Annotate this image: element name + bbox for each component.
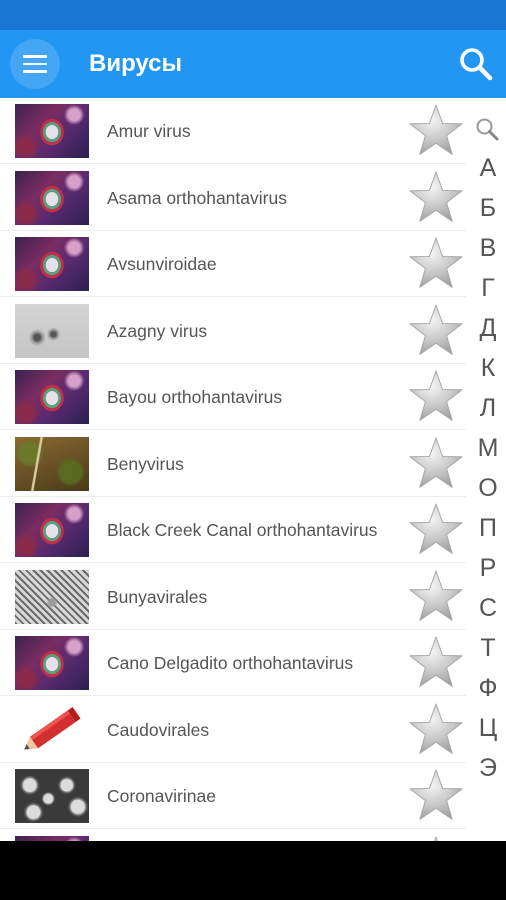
index-letter[interactable]: О [470, 473, 506, 503]
search-icon [460, 48, 493, 81]
index-letter[interactable]: Д [470, 313, 506, 343]
item-label: Cano Delgadito orthohantavirus [107, 653, 354, 673]
list-item[interactable]: Bunyavirales [0, 564, 466, 630]
favorite-star-icon[interactable] [407, 767, 465, 825]
index-letter[interactable]: П [470, 513, 506, 543]
favorite-star-icon[interactable] [407, 701, 465, 759]
index-letter[interactable]: К [470, 353, 506, 383]
index-letter[interactable]: Ц [470, 713, 506, 743]
list-item[interactable]: Avsunviroidae [0, 231, 466, 297]
index-letter[interactable]: Т [470, 633, 506, 663]
item-label: Benyvirus [107, 453, 184, 474]
virus-illustration-thumbnail [15, 636, 89, 690]
favorite-star-icon[interactable] [407, 169, 465, 227]
index-letter[interactable]: Р [470, 553, 506, 583]
favorite-star-icon[interactable] [407, 634, 465, 692]
plant-photo-thumbnail [15, 436, 89, 491]
electron-micrograph-thumbnail [15, 769, 89, 823]
item-label: Asama orthohantavirus [107, 187, 287, 208]
virus-illustration-thumbnail [15, 104, 89, 158]
item-label: Bunyavirales [107, 586, 208, 607]
favorite-star-icon[interactable] [407, 501, 465, 559]
list-item[interactable] [0, 830, 466, 842]
index-letter[interactable]: Ф [470, 673, 506, 703]
list-item[interactable]: Azagny virus [0, 298, 466, 364]
electron-micrograph-thumbnail [15, 303, 89, 358]
index-letter[interactable]: В [470, 233, 506, 263]
favorite-star-icon[interactable] [407, 834, 465, 842]
list-item[interactable]: Asama orthohantavirus [0, 165, 466, 231]
index-letter[interactable]: С [470, 593, 506, 623]
virus-illustration-thumbnail [15, 503, 89, 557]
status-bar [0, 0, 506, 30]
favorite-star-icon[interactable] [407, 235, 465, 293]
favorite-star-icon[interactable] [407, 302, 465, 360]
favorite-star-icon[interactable] [407, 435, 465, 493]
item-label: Bayou orthohantavirus [107, 387, 283, 407]
page-title: Вирусы [89, 50, 183, 77]
index-letter[interactable]: М [470, 433, 506, 463]
index-letter[interactable]: Э [470, 753, 506, 783]
search-button[interactable] [456, 44, 496, 84]
list-item[interactable]: Caudovirales [0, 697, 466, 763]
menu-button[interactable] [10, 39, 60, 89]
index-letter[interactable]: Л [470, 393, 506, 423]
list-item[interactable]: Amur virus [0, 98, 466, 164]
index-letter[interactable]: Б [470, 193, 506, 223]
list-item[interactable]: Benyvirus [0, 431, 466, 497]
virus-illustration-thumbnail [15, 237, 89, 291]
favorite-star-icon[interactable] [407, 368, 465, 426]
item-label: Caudovirales [107, 719, 210, 740]
item-label: Black Creek Canal orthohantavirus [107, 520, 378, 540]
app-bar: Вирусы [0, 30, 506, 98]
item-label: Amur virus [107, 121, 191, 141]
pencil-icon [15, 702, 89, 757]
index-letter[interactable]: Г [470, 273, 506, 303]
navigation-bar [0, 841, 506, 900]
virus-illustration-thumbnail [15, 370, 89, 424]
electron-micrograph-thumbnail [15, 569, 89, 624]
list-item[interactable]: Bayou orthohantavirus [0, 364, 466, 430]
search-icon[interactable] [473, 115, 501, 143]
list-item[interactable]: Coronavirinae [0, 763, 466, 829]
menu-icon [23, 55, 47, 73]
list-item[interactable]: Cano Delgadito orthohantavirus [0, 630, 466, 696]
favorite-star-icon[interactable] [407, 102, 465, 160]
index-letter[interactable]: А [470, 153, 506, 183]
favorite-star-icon[interactable] [407, 568, 465, 626]
item-label: Coronavirinae [107, 786, 216, 806]
virus-list[interactable]: Amur virus Asama orthohantavirus Avsunvi… [0, 98, 466, 841]
item-label: Azagny virus [107, 320, 208, 341]
list-item[interactable]: Black Creek Canal orthohantavirus [0, 497, 466, 563]
virus-illustration-thumbnail [15, 170, 89, 225]
item-label: Avsunviroidae [107, 254, 217, 274]
